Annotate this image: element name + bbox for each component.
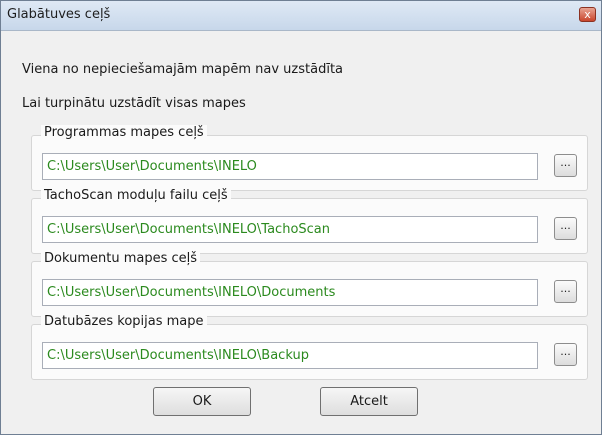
backup-folder-label: Datubāzes kopijas mape (41, 314, 207, 329)
tachoscan-modules-browse-button[interactable]: ... (554, 217, 577, 240)
program-folder-path-input[interactable]: C:\Users\User\Documents\INELO (42, 153, 538, 180)
close-button[interactable]: x (579, 7, 596, 22)
documents-folder-group: Dokumentu mapes ceļš C:\Users\User\Docum… (31, 251, 588, 317)
ok-button[interactable]: OK (153, 387, 251, 416)
tachoscan-modules-group: TachoScan moduļu failu ceļš C:\Users\Use… (31, 188, 588, 254)
missing-folder-message: Viena no nepieciešamajām mapēm nav uzstā… (22, 62, 344, 77)
documents-folder-label: Dokumentu mapes ceļš (41, 251, 201, 266)
backup-folder-browse-button[interactable]: ... (554, 343, 577, 366)
tachoscan-modules-label: TachoScan moduļu failu ceļš (41, 188, 231, 203)
cancel-button[interactable]: Atcelt (320, 387, 418, 416)
backup-folder-path-input[interactable]: C:\Users\User\Documents\INELO\Backup (42, 342, 538, 369)
documents-folder-path-input[interactable]: C:\Users\User\Documents\INELO\Documents (42, 279, 538, 306)
program-folder-browse-button[interactable]: ... (554, 154, 577, 177)
backup-folder-group: Datubāzes kopijas mape C:\Users\User\Doc… (31, 314, 588, 380)
program-folder-group: Programmas mapes ceļš C:\Users\User\Docu… (31, 125, 588, 191)
title-bar[interactable]: Glabātuves ceļš x (1, 1, 601, 31)
tachoscan-modules-path-input[interactable]: C:\Users\User\Documents\INELO\TachoScan (42, 216, 538, 243)
window-title: Glabātuves ceļš (7, 7, 111, 22)
close-icon: x (584, 8, 591, 21)
documents-folder-browse-button[interactable]: ... (554, 280, 577, 303)
program-folder-label: Programmas mapes ceļš (41, 125, 207, 140)
instruction-message: Lai turpinātu uzstādīt visas mapes (22, 96, 246, 111)
